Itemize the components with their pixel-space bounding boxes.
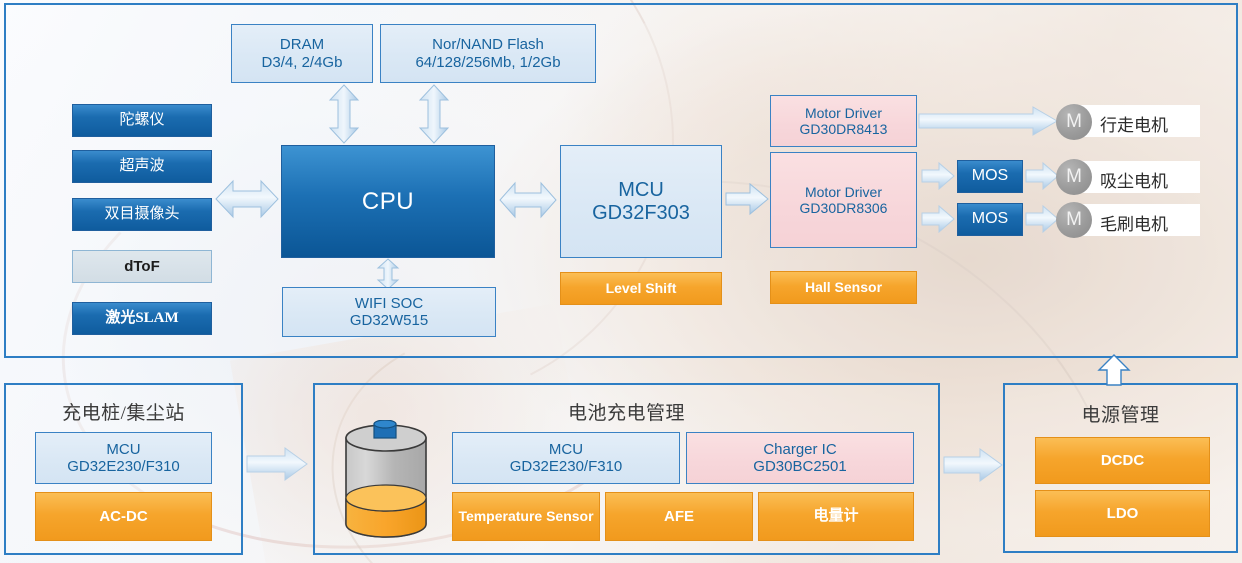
- motor-driver-gd30dr8306[interactable]: Motor Driver GD30DR8306: [770, 152, 917, 248]
- motor-symbol: M: [1066, 209, 1082, 230]
- sensor-label: 双目摄像头: [104, 205, 180, 222]
- fuel-gauge-block[interactable]: 电量计: [758, 492, 914, 541]
- battery-cell-icon: [340, 419, 432, 542]
- cpu-label: CPU: [361, 187, 415, 215]
- arrow-power-to-main: [1097, 354, 1131, 386]
- mos-block-2[interactable]: MOS: [957, 203, 1023, 236]
- mcu-gd32f303-block[interactable]: MCU GD32F303: [560, 145, 722, 258]
- dock-acdc-block[interactable]: AC-DC: [35, 492, 212, 541]
- cpu-block[interactable]: CPU: [281, 145, 495, 258]
- motor-label-vacuum: 吸尘电机: [1100, 172, 1168, 191]
- charger-ic-title: Charger IC: [763, 440, 837, 458]
- sensor-box-binocular-camera[interactable]: 双目摄像头: [72, 198, 212, 231]
- motor-driver-title: Motor Driver: [804, 183, 882, 200]
- memory-title: DRAM: [279, 36, 325, 54]
- memory-box-flash[interactable]: Nor/NAND Flash 64/128/256Mb, 1/2Gb: [380, 24, 596, 83]
- hall-sensor-block[interactable]: Hall Sensor: [770, 271, 917, 304]
- motor-label-brush: 毛刷电机: [1100, 215, 1168, 234]
- motor-label-walking: 行走电机: [1100, 116, 1168, 135]
- charger-ic-block[interactable]: Charger IC GD30BC2501: [686, 432, 914, 484]
- motor-icon-vacuum[interactable]: M: [1056, 159, 1092, 195]
- memory-title: Nor/NAND Flash: [432, 36, 544, 54]
- dock-mcu-title: MCU: [106, 440, 141, 458]
- fuel-gauge-label: 电量计: [813, 507, 859, 524]
- motor-driver-subtitle: GD30DR8413: [799, 121, 888, 137]
- sensor-box-gyroscope[interactable]: 陀螺仪: [72, 104, 212, 137]
- wifi-soc-block[interactable]: WIFI SOC GD32W515: [282, 287, 496, 337]
- motor-driver-gd30dr8413[interactable]: Motor Driver GD30DR8413: [770, 95, 917, 147]
- ldo-label: LDO: [1106, 504, 1139, 522]
- motor-driver-title: Motor Driver: [804, 104, 882, 121]
- level-shift-label: Level Shift: [605, 280, 677, 297]
- motor-icon-brush[interactable]: M: [1056, 202, 1092, 238]
- arrow-battery-power: [943, 448, 1003, 482]
- power-management-title: 电源管理: [1081, 405, 1160, 426]
- temperature-sensor-label: Temperature Sensor: [458, 507, 594, 524]
- sensor-label: 超声波: [119, 157, 165, 174]
- level-shift-block[interactable]: Level Shift: [560, 272, 722, 305]
- motor-symbol: M: [1066, 166, 1082, 187]
- dcdc-block[interactable]: DCDC: [1035, 437, 1210, 484]
- temperature-sensor-block[interactable]: Temperature Sensor: [452, 492, 600, 541]
- afe-block[interactable]: AFE: [605, 492, 753, 541]
- mos-label: MOS: [971, 210, 1009, 228]
- motor-driver-subtitle: GD30DR8306: [799, 200, 888, 216]
- memory-subtitle: D3/4, 2/4Gb: [261, 53, 343, 71]
- sensor-box-laser-slam[interactable]: 激光SLAM: [72, 302, 212, 335]
- battery-mcu-title: MCU: [548, 440, 584, 458]
- mcu-title: MCU: [618, 178, 664, 201]
- motor-symbol: M: [1066, 111, 1082, 132]
- memory-box-dram[interactable]: DRAM D3/4, 2/4Gb: [231, 24, 373, 83]
- dock-acdc-label: AC-DC: [99, 507, 148, 525]
- sensor-label: dToF: [124, 257, 160, 275]
- hall-sensor-label: Hall Sensor: [804, 279, 883, 296]
- memory-subtitle: 64/128/256Mb, 1/2Gb: [415, 53, 561, 71]
- motor-icon-walking[interactable]: M: [1056, 104, 1092, 140]
- wifi-title: WIFI SOC: [354, 294, 424, 312]
- mcu-subtitle: GD32F303: [592, 201, 690, 224]
- dock-mcu-block[interactable]: MCU GD32E230/F310: [35, 432, 212, 484]
- afe-label: AFE: [664, 507, 694, 525]
- diagram-canvas: DRAM D3/4, 2/4Gb Nor/NAND Flash 64/128/2…: [0, 0, 1242, 563]
- sensor-label: 激光SLAM: [105, 309, 179, 326]
- charging-dock-title: 充电桩/集尘站: [62, 403, 185, 424]
- wifi-subtitle: GD32W515: [349, 312, 429, 329]
- sensor-label: 陀螺仪: [119, 111, 165, 128]
- charger-ic-subtitle: GD30BC2501: [753, 458, 847, 475]
- dcdc-label: DCDC: [1100, 451, 1145, 469]
- arrow-dock-battery: [246, 447, 308, 481]
- battery-mcu-subtitle: GD32E230/F310: [509, 458, 623, 475]
- sensor-box-dtof[interactable]: dToF: [72, 250, 212, 283]
- mos-block-1[interactable]: MOS: [957, 160, 1023, 193]
- sensor-box-ultrasonic[interactable]: 超声波: [72, 150, 212, 183]
- battery-mcu-block[interactable]: MCU GD32E230/F310: [452, 432, 680, 484]
- ldo-block[interactable]: LDO: [1035, 490, 1210, 537]
- dock-mcu-subtitle: GD32E230/F310: [67, 458, 180, 475]
- mos-label: MOS: [971, 167, 1009, 185]
